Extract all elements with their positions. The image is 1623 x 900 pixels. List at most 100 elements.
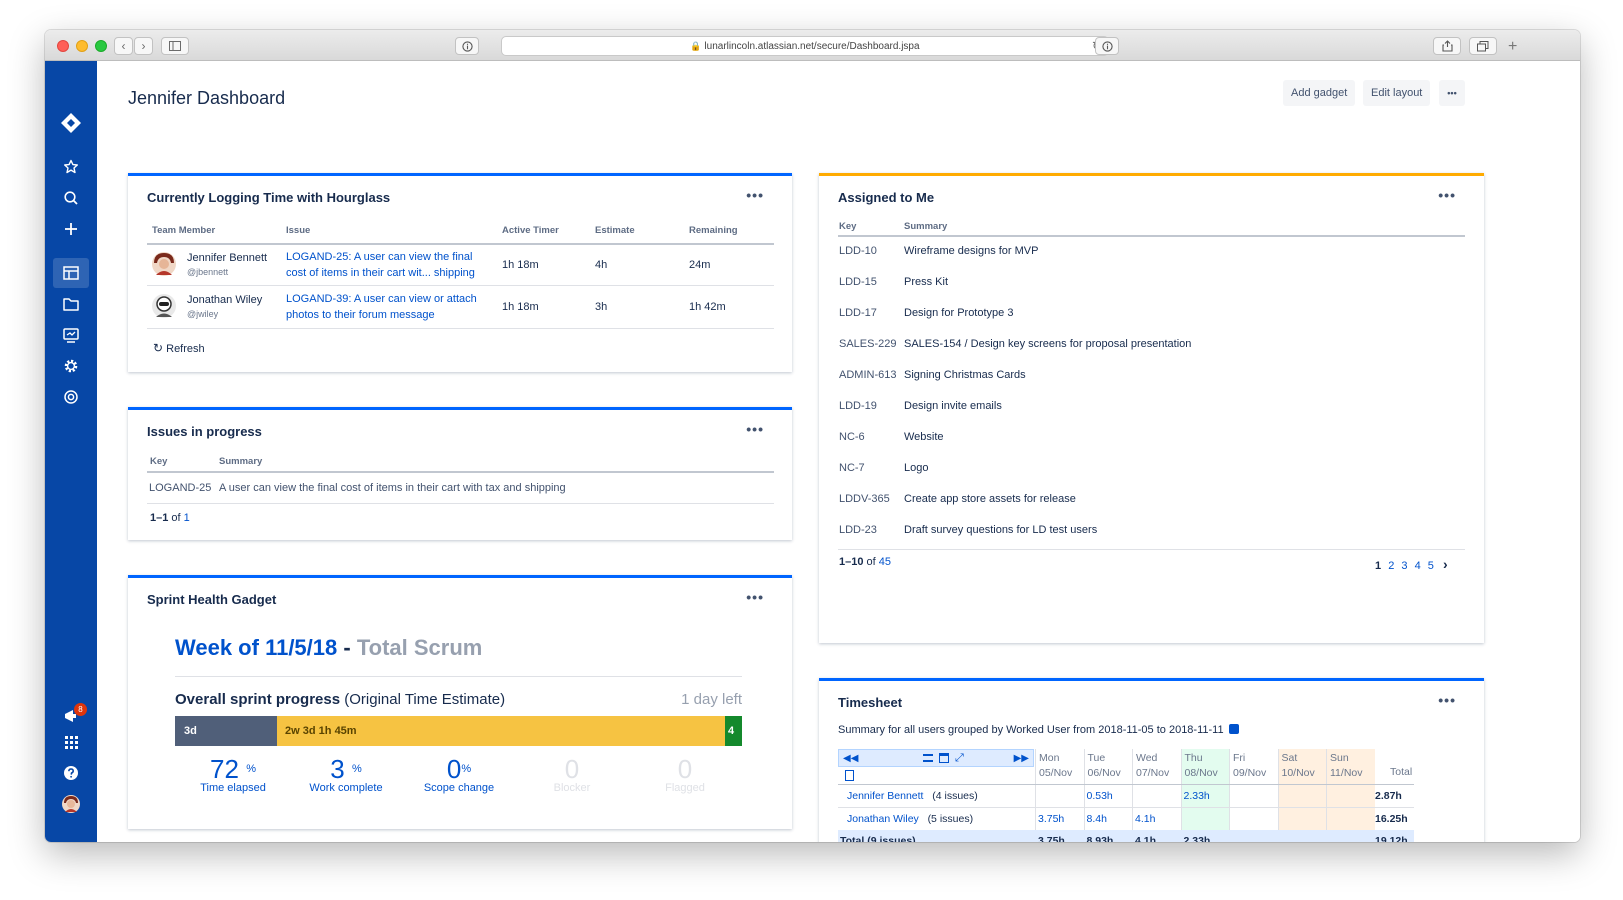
issue-summary[interactable]: Wireframe designs for MVP <box>904 245 1038 257</box>
list-view-icon[interactable] <box>923 754 933 762</box>
stat-label: Scope change <box>423 782 495 794</box>
issue-link[interactable]: cost of items in their cart wit... shipp… <box>286 267 475 279</box>
issue-summary[interactable]: Create app store assets for release <box>904 493 1076 505</box>
edit-layout-button[interactable]: Edit layout <box>1363 80 1431 106</box>
issue-summary[interactable]: Design for Prototype 3 <box>904 307 1013 319</box>
apps-nav[interactable] <box>45 384 97 410</box>
help-nav[interactable] <box>45 760 97 786</box>
sprint-week-link[interactable]: Week of 11/5/18 <box>175 635 337 660</box>
timesheet-cell[interactable]: 4.1h <box>1135 808 1155 830</box>
count-total-link[interactable]: 45 <box>879 556 891 568</box>
folder-icon <box>63 298 79 311</box>
timesheet-cell[interactable]: 3.75h <box>1038 830 1065 842</box>
profile-avatar[interactable] <box>45 791 97 817</box>
jira-logo[interactable] <box>45 110 97 136</box>
stat-value: 0 <box>677 754 693 784</box>
issue-link[interactable]: photos to their forum message <box>286 309 435 321</box>
timesheet-cell[interactable]: 8.93h <box>1087 830 1114 842</box>
sidebar-toggle-button[interactable] <box>161 37 189 55</box>
page-1[interactable]: 1 <box>1375 560 1381 572</box>
page-3[interactable]: 3 <box>1401 560 1407 572</box>
worked-user-link[interactable]: Jonathan Wiley <box>847 813 919 825</box>
projects-nav[interactable] <box>45 291 97 317</box>
close-window-button[interactable] <box>57 40 69 52</box>
calendar-icon[interactable] <box>939 753 949 763</box>
issue-summary[interactable]: Design invite emails <box>904 400 1002 412</box>
timesheet-cell[interactable]: 4.1h <box>1135 830 1156 842</box>
export-excel-icon[interactable] <box>845 770 854 781</box>
count-range: 1–1 <box>150 512 169 524</box>
count-total-link[interactable]: 1 <box>184 512 190 524</box>
issue-key[interactable]: LDD-19 <box>839 400 877 412</box>
privacy-report-button[interactable] <box>455 37 479 55</box>
divider <box>175 676 742 677</box>
gadget-more-button[interactable]: ••• <box>746 421 764 437</box>
worked-user-link[interactable]: Jennifer Bennett <box>847 790 923 802</box>
share-button[interactable] <box>1433 37 1461 55</box>
create-nav[interactable] <box>45 216 97 242</box>
timesheet-cell[interactable]: 0.53h <box>1087 785 1113 807</box>
back-button[interactable]: ‹ <box>114 37 133 55</box>
page-2[interactable]: 2 <box>1388 560 1394 572</box>
forward-button[interactable]: › <box>134 37 153 55</box>
external-link-icon[interactable] <box>1228 724 1239 734</box>
new-tab-button[interactable]: + <box>1508 39 1517 55</box>
timesheet-cell[interactable]: 2.33h <box>1184 785 1210 807</box>
tab-overview-button[interactable] <box>1469 37 1497 55</box>
starred-nav[interactable] <box>45 154 97 180</box>
issue-key[interactable]: LDD-10 <box>839 245 877 257</box>
issue-summary[interactable]: Logo <box>904 462 928 474</box>
gadget-more-button[interactable]: ••• <box>746 187 764 203</box>
page-5[interactable]: 5 <box>1428 560 1434 572</box>
dashboards-nav[interactable] <box>53 258 89 288</box>
timesheet-cell[interactable]: 2.33h <box>1184 830 1211 842</box>
search-nav[interactable] <box>45 185 97 211</box>
issue-summary[interactable]: A user can view the final cost of items … <box>219 482 566 494</box>
add-gadget-button[interactable]: Add gadget <box>1283 80 1356 106</box>
next-period-icon[interactable]: ▶▶ <box>1014 750 1029 767</box>
progress-segment-done[interactable]: 3d <box>175 716 278 746</box>
issue-key[interactable]: NC-6 <box>839 431 865 443</box>
issue-summary[interactable]: Signing Christmas Cards <box>904 369 1026 381</box>
refresh-button[interactable]: ↻ Refresh <box>153 341 205 355</box>
issue-key[interactable]: SALES-229 <box>839 338 896 350</box>
timesheet-cell[interactable]: 8.4h <box>1087 808 1107 830</box>
address-bar[interactable]: 🔒 lunarlincoln.atlassian.net/secure/Dash… <box>501 36 1109 56</box>
gadget-more-button[interactable]: ••• <box>746 589 764 605</box>
gadget-more-button[interactable]: ••• <box>1438 692 1456 708</box>
issue-summary[interactable]: Website <box>904 431 944 443</box>
reader-button[interactable] <box>1095 37 1119 55</box>
issue-key[interactable]: LDD-23 <box>839 524 877 536</box>
issue-summary[interactable]: Press Kit <box>904 276 948 288</box>
app-switcher[interactable] <box>45 729 97 755</box>
issue-key[interactable]: ADMIN-613 <box>839 369 896 381</box>
issue-key[interactable]: LDD-17 <box>839 307 877 319</box>
issue-link[interactable]: LOGAND-25: A user can view the final <box>286 251 472 263</box>
minimize-window-button[interactable] <box>76 40 88 52</box>
zoom-window-button[interactable] <box>95 40 107 52</box>
settings-nav[interactable] <box>45 353 97 379</box>
timesheet-cell[interactable]: 3.75h <box>1038 808 1064 830</box>
timesheet-gadget: Timesheet ••• Summary for all users grou… <box>819 678 1484 842</box>
issue-summary[interactable]: SALES-154 / Design key screens for propo… <box>904 338 1191 350</box>
page-4[interactable]: 4 <box>1415 560 1421 572</box>
issue-summary[interactable]: Draft survey questions for LD test users <box>904 524 1097 536</box>
progress-segment-todo[interactable]: 4 <box>724 716 742 746</box>
previous-period-icon[interactable]: ◀◀ <box>843 750 858 767</box>
expand-icon[interactable]: ⤢ <box>955 750 964 767</box>
issue-key[interactable]: LDDV-365 <box>839 493 890 505</box>
progress-segment-in-progress[interactable]: 2w 3d 1h 45m <box>277 716 725 746</box>
issue-key[interactable]: NC-7 <box>839 462 865 474</box>
issue-link[interactable]: LOGAND-39: A user can view or attach <box>286 293 477 305</box>
issue-key[interactable]: LOGAND-25 <box>149 482 211 494</box>
day-name: Sat <box>1281 752 1298 764</box>
dashboard-more-button[interactable]: ••• <box>1439 80 1465 106</box>
sprint-progress-bar[interactable]: 3d 2w 3d 1h 45m 4 <box>175 716 742 746</box>
boards-nav[interactable] <box>45 322 97 348</box>
stat-value: 72 <box>210 754 239 784</box>
gadget-more-button[interactable]: ••• <box>1438 187 1456 203</box>
next-page-button[interactable]: › <box>1443 556 1448 572</box>
notifications-nav[interactable]: 8 <box>45 703 97 729</box>
issue-key[interactable]: LDD-15 <box>839 276 877 288</box>
stat-blocker: 0 Blocker <box>517 756 627 794</box>
